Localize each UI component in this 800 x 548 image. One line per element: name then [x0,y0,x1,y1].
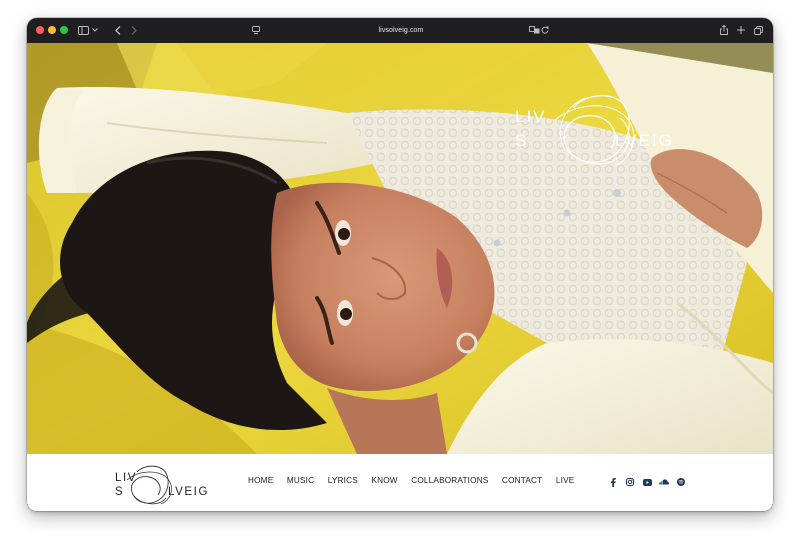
address-bar[interactable]: livsolveig.com [281,18,521,43]
instagram-icon[interactable] [625,477,635,487]
nav-live[interactable]: LIVE [556,476,575,485]
nav-logo-s-text: S [115,486,125,498]
translate-icon[interactable] [528,23,540,37]
nav-home[interactable]: HOME [248,476,273,485]
reload-icon[interactable] [540,23,550,37]
hero-logo-s-text: S [515,131,529,150]
forward-button[interactable] [129,23,139,37]
url-text: livsolveig.com [378,27,424,34]
youtube-icon[interactable] [642,477,652,487]
share-icon[interactable] [719,23,729,37]
tab-overview-icon[interactable] [753,23,763,37]
sidebar-icon[interactable] [77,23,89,37]
soundcloud-icon[interactable] [659,477,669,487]
site-navigation: LIV S LVEIG HOME MUSIC LYRICS KNOW COLLA… [27,454,773,511]
hero-logo-top-text: LIV [515,107,547,126]
nav-logo-top-text: LIV [115,472,138,484]
zoom-window-button[interactable] [60,26,68,34]
minimize-window-button[interactable] [48,26,56,34]
hero-image: LIV S LVEIG [27,43,773,454]
nav-logo-lveig-text: LVEIG [168,486,210,498]
nav-contact[interactable]: CONTACT [502,476,542,485]
new-tab-icon[interactable] [736,23,746,37]
nav-menu: HOME MUSIC LYRICS KNOW COLLABORATIONS CO… [248,476,588,485]
nav-music[interactable]: MUSIC [287,476,314,485]
chevron-down-icon[interactable] [91,23,99,37]
site-logo[interactable]: LIV S LVEIG [113,462,213,506]
spotify-icon[interactable] [676,477,686,487]
nav-lyrics[interactable]: LYRICS [328,476,358,485]
page-settings-icon[interactable] [251,23,261,37]
hero-logo-lveig-text: LVEIG [615,131,674,150]
browser-toolbar: livsolveig.com [27,18,773,43]
nav-collaborations[interactable]: COLLABORATIONS [411,476,488,485]
back-button[interactable] [113,23,123,37]
facebook-icon[interactable] [608,477,618,487]
browser-window: livsolveig.com LIV S LVEIG LIV S LVEIG H… [27,18,773,511]
logo-scribble-icon [126,465,172,505]
close-window-button[interactable] [36,26,44,34]
hero-logo: LIV S LVEIG [515,88,695,178]
nav-know[interactable]: KNOW [371,476,397,485]
